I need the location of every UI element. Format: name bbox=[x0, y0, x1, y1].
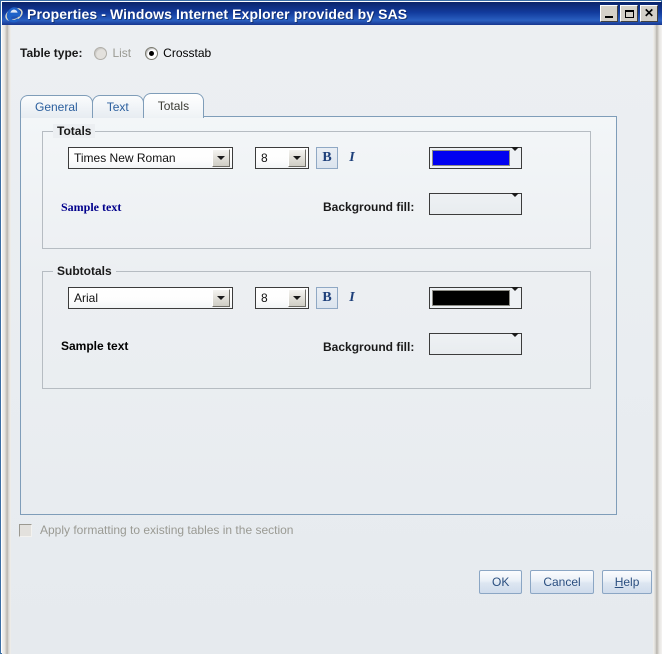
chevron-down-icon[interactable] bbox=[511, 333, 519, 351]
totals-font-size-value: 8 bbox=[261, 151, 268, 165]
bold-icon: B bbox=[322, 150, 332, 165]
totals-sample-text: Sample text bbox=[61, 200, 122, 214]
apply-formatting-label: Apply formatting to existing tables in t… bbox=[40, 523, 294, 537]
ok-button[interactable]: OK bbox=[479, 570, 523, 594]
italic-icon: I bbox=[349, 290, 355, 305]
subtotals-background-fill-combo[interactable] bbox=[429, 333, 522, 355]
totals-font-color-combo[interactable] bbox=[429, 147, 522, 169]
chevron-down-icon[interactable] bbox=[288, 289, 306, 307]
help-button-label: elp bbox=[623, 575, 640, 589]
totals-bold-button[interactable]: B bbox=[316, 147, 338, 169]
subtotals-font-value: Arial bbox=[74, 291, 99, 305]
window-title: Properties - Windows Internet Explorer p… bbox=[27, 5, 408, 22]
tab-general-label: General bbox=[35, 100, 78, 114]
subtotals-font-combo[interactable]: Arial bbox=[68, 287, 233, 309]
dialog-button-row: OK Cancel Help bbox=[479, 570, 653, 594]
subtotals-background-fill-label: Background fill: bbox=[323, 340, 415, 354]
subtotals-font-color-combo[interactable] bbox=[429, 287, 522, 309]
help-button-mnemonic: H bbox=[614, 575, 624, 589]
subtotals-group-legend: Subtotals bbox=[53, 264, 116, 278]
table-type-row: Table type: List Crosstab bbox=[20, 44, 225, 62]
totals-background-fill-combo[interactable] bbox=[429, 193, 522, 215]
tab-general[interactable]: General bbox=[20, 95, 93, 118]
cancel-button[interactable]: Cancel bbox=[530, 570, 594, 594]
maximize-button[interactable] bbox=[620, 5, 638, 22]
subtotals-italic-button[interactable]: I bbox=[341, 287, 363, 309]
totals-font-combo[interactable]: Times New Roman bbox=[68, 147, 233, 169]
radio-option-list[interactable]: List bbox=[94, 46, 131, 60]
table-type-label: Table type: bbox=[20, 46, 83, 60]
radio-crosstab-label: Crosstab bbox=[163, 46, 212, 60]
chevron-down-icon[interactable] bbox=[212, 149, 230, 167]
chevron-down-icon[interactable] bbox=[511, 147, 519, 165]
properties-dialog-window: Properties - Windows Internet Explorer p… bbox=[0, 0, 662, 654]
chevron-down-icon[interactable] bbox=[288, 149, 306, 167]
chevron-down-icon[interactable] bbox=[212, 289, 230, 307]
window-controls: ✕ bbox=[600, 5, 658, 22]
radio-option-crosstab[interactable]: Crosstab bbox=[145, 46, 211, 60]
radio-list-label: List bbox=[112, 46, 132, 60]
totals-group-legend: Totals bbox=[53, 124, 96, 138]
tab-text-label: Text bbox=[106, 100, 129, 114]
totals-font-value: Times New Roman bbox=[74, 151, 176, 165]
apply-formatting-row[interactable]: Apply formatting to existing tables in t… bbox=[19, 523, 293, 537]
apply-formatting-checkbox[interactable] bbox=[19, 523, 32, 537]
internet-explorer-icon bbox=[5, 5, 23, 23]
totals-italic-button[interactable]: I bbox=[341, 147, 363, 169]
tab-totals[interactable]: Totals bbox=[142, 93, 205, 118]
right-window-edge bbox=[653, 25, 662, 654]
close-button[interactable]: ✕ bbox=[640, 5, 658, 22]
help-button[interactable]: Help bbox=[601, 570, 653, 594]
subtotals-font-color-swatch bbox=[432, 290, 510, 306]
left-window-edge bbox=[2, 25, 11, 654]
subtotals-font-size-value: 8 bbox=[261, 291, 268, 305]
tab-strip: General Text Totals bbox=[20, 93, 205, 118]
minimize-button[interactable] bbox=[600, 5, 618, 22]
totals-font-size-combo[interactable]: 8 bbox=[255, 147, 309, 169]
chevron-down-icon[interactable] bbox=[511, 287, 519, 305]
tab-totals-label: Totals bbox=[157, 99, 190, 113]
totals-font-color-swatch bbox=[432, 150, 510, 166]
title-bar: Properties - Windows Internet Explorer p… bbox=[2, 2, 662, 25]
subtotals-sample-text: Sample text bbox=[61, 339, 129, 353]
radio-crosstab-icon[interactable] bbox=[145, 46, 159, 60]
subtotals-font-size-combo[interactable]: 8 bbox=[255, 287, 309, 309]
cancel-button-label: Cancel bbox=[543, 575, 581, 589]
ok-button-label: OK bbox=[492, 575, 510, 589]
subtotals-bold-button[interactable]: B bbox=[316, 287, 338, 309]
totals-tab-panel: Totals Times New Roman 8 B I Sample text bbox=[20, 116, 617, 515]
bold-icon: B bbox=[322, 290, 332, 305]
radio-list-icon[interactable] bbox=[94, 46, 108, 60]
totals-background-fill-label: Background fill: bbox=[323, 200, 415, 214]
dialog-client-area: Table type: List Crosstab General Text T… bbox=[2, 25, 662, 654]
italic-icon: I bbox=[349, 150, 355, 165]
tab-text[interactable]: Text bbox=[91, 95, 144, 118]
chevron-down-icon[interactable] bbox=[511, 193, 519, 211]
